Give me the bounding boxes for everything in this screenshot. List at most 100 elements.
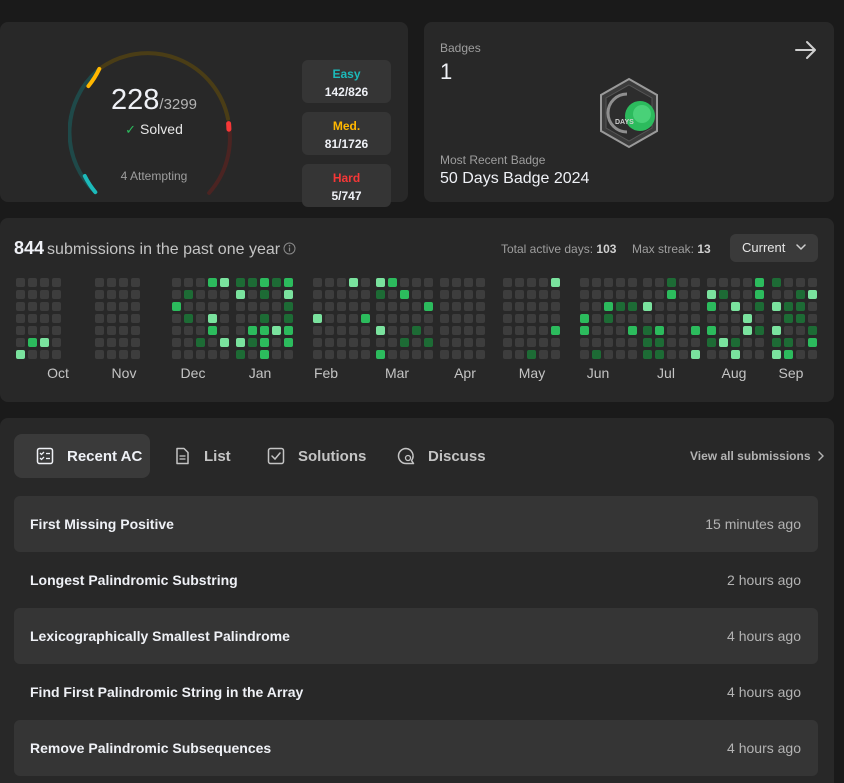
heatmap-cell[interactable] <box>95 314 104 323</box>
heatmap-cell[interactable] <box>515 314 524 323</box>
heatmap-cell[interactable] <box>476 326 485 335</box>
heatmap-cell[interactable] <box>643 350 652 359</box>
heatmap-cell[interactable] <box>220 314 229 323</box>
heatmap-cell[interactable] <box>667 314 676 323</box>
heatmap-cell[interactable] <box>604 314 613 323</box>
heatmap-cell[interactable] <box>349 326 358 335</box>
heatmap-cell[interactable] <box>16 338 25 347</box>
heatmap-cell[interactable] <box>107 326 116 335</box>
heatmap-cell[interactable] <box>719 302 728 311</box>
heatmap-cell[interactable] <box>313 326 322 335</box>
heatmap-cell[interactable] <box>28 278 37 287</box>
heatmap-cell[interactable] <box>119 290 128 299</box>
heatmap-cell[interactable] <box>731 302 740 311</box>
heatmap-cell[interactable] <box>655 326 664 335</box>
heatmap-cell[interactable] <box>424 338 433 347</box>
heatmap-cell[interactable] <box>361 326 370 335</box>
heatmap-cell[interactable] <box>604 290 613 299</box>
heatmap-cell[interactable] <box>196 302 205 311</box>
heatmap-cell[interactable] <box>107 290 116 299</box>
heatmap-cell[interactable] <box>95 338 104 347</box>
heatmap-cell[interactable] <box>527 326 536 335</box>
heatmap-cell[interactable] <box>28 302 37 311</box>
heatmap-cell[interactable] <box>284 290 293 299</box>
heatmap-cell[interactable] <box>616 278 625 287</box>
heatmap-cell[interactable] <box>643 326 652 335</box>
heatmap-cell[interactable] <box>476 338 485 347</box>
heatmap-cell[interactable] <box>667 278 676 287</box>
heatmap-cell[interactable] <box>667 302 676 311</box>
heatmap-cell[interactable] <box>313 302 322 311</box>
heatmap-cell[interactable] <box>184 350 193 359</box>
heatmap-cell[interactable] <box>551 338 560 347</box>
heatmap-cell[interactable] <box>236 278 245 287</box>
heatmap-cell[interactable] <box>272 278 281 287</box>
heatmap-cell[interactable] <box>172 290 181 299</box>
heatmap-cell[interactable] <box>208 326 217 335</box>
heatmap-cell[interactable] <box>772 302 781 311</box>
heatmap-cell[interactable] <box>592 278 601 287</box>
heatmap-cell[interactable] <box>719 278 728 287</box>
heatmap-cell[interactable] <box>616 326 625 335</box>
heatmap-cell[interactable] <box>388 314 397 323</box>
heatmap-cell[interactable] <box>464 326 473 335</box>
heatmap-cell[interactable] <box>16 326 25 335</box>
heatmap-cell[interactable] <box>539 278 548 287</box>
heatmap-cell[interactable] <box>313 350 322 359</box>
heatmap-cell[interactable] <box>679 278 688 287</box>
heatmap-cell[interactable] <box>376 290 385 299</box>
heatmap-cell[interactable] <box>107 302 116 311</box>
heatmap-cell[interactable] <box>236 338 245 347</box>
heatmap-cell[interactable] <box>260 278 269 287</box>
heatmap-cell[interactable] <box>580 338 589 347</box>
heatmap-cell[interactable] <box>679 338 688 347</box>
heatmap-cell[interactable] <box>131 290 140 299</box>
heatmap-cell[interactable] <box>260 350 269 359</box>
heatmap-cell[interactable] <box>604 278 613 287</box>
heatmap-cell[interactable] <box>95 350 104 359</box>
heatmap-cell[interactable] <box>119 314 128 323</box>
heatmap-cell[interactable] <box>52 350 61 359</box>
heatmap-cell[interactable] <box>743 326 752 335</box>
heatmap-cell[interactable] <box>284 326 293 335</box>
heatmap-cell[interactable] <box>107 278 116 287</box>
heatmap-cell[interactable] <box>628 278 637 287</box>
heatmap-cell[interactable] <box>796 278 805 287</box>
heatmap-cell[interactable] <box>604 326 613 335</box>
heatmap-cell[interactable] <box>527 290 536 299</box>
heatmap-cell[interactable] <box>592 338 601 347</box>
heatmap-cell[interactable] <box>325 314 334 323</box>
heatmap-cell[interactable] <box>515 290 524 299</box>
heatmap-cell[interactable] <box>337 302 346 311</box>
heatmap-cell[interactable] <box>731 350 740 359</box>
heatmap-cell[interactable] <box>440 338 449 347</box>
heatmap-cell[interactable] <box>691 326 700 335</box>
heatmap-cell[interactable] <box>628 326 637 335</box>
heatmap-cell[interactable] <box>184 278 193 287</box>
heatmap-cell[interactable] <box>284 302 293 311</box>
heatmap-cell[interactable] <box>95 278 104 287</box>
heatmap-cell[interactable] <box>361 278 370 287</box>
heatmap-cell[interactable] <box>220 302 229 311</box>
heatmap-cell[interactable] <box>655 350 664 359</box>
heatmap-cell[interactable] <box>691 302 700 311</box>
heatmap-cell[interactable] <box>220 338 229 347</box>
heatmap-cell[interactable] <box>808 290 817 299</box>
heatmap-cell[interactable] <box>119 302 128 311</box>
heatmap-cell[interactable] <box>679 350 688 359</box>
heatmap-cell[interactable] <box>260 314 269 323</box>
heatmap-cell[interactable] <box>40 314 49 323</box>
heatmap-cell[interactable] <box>248 278 257 287</box>
heatmap-cell[interactable] <box>707 350 716 359</box>
heatmap-cell[interactable] <box>400 338 409 347</box>
heatmap-cell[interactable] <box>337 278 346 287</box>
50-days-badge-icon[interactable]: DAYS <box>594 76 664 150</box>
heatmap-cell[interactable] <box>184 314 193 323</box>
heatmap-cell[interactable] <box>667 350 676 359</box>
heatmap-cell[interactable] <box>376 338 385 347</box>
heatmap-cell[interactable] <box>196 326 205 335</box>
heatmap-cell[interactable] <box>643 338 652 347</box>
heatmap-cell[interactable] <box>52 314 61 323</box>
heatmap-cell[interactable] <box>476 302 485 311</box>
heatmap-cell[interactable] <box>220 278 229 287</box>
